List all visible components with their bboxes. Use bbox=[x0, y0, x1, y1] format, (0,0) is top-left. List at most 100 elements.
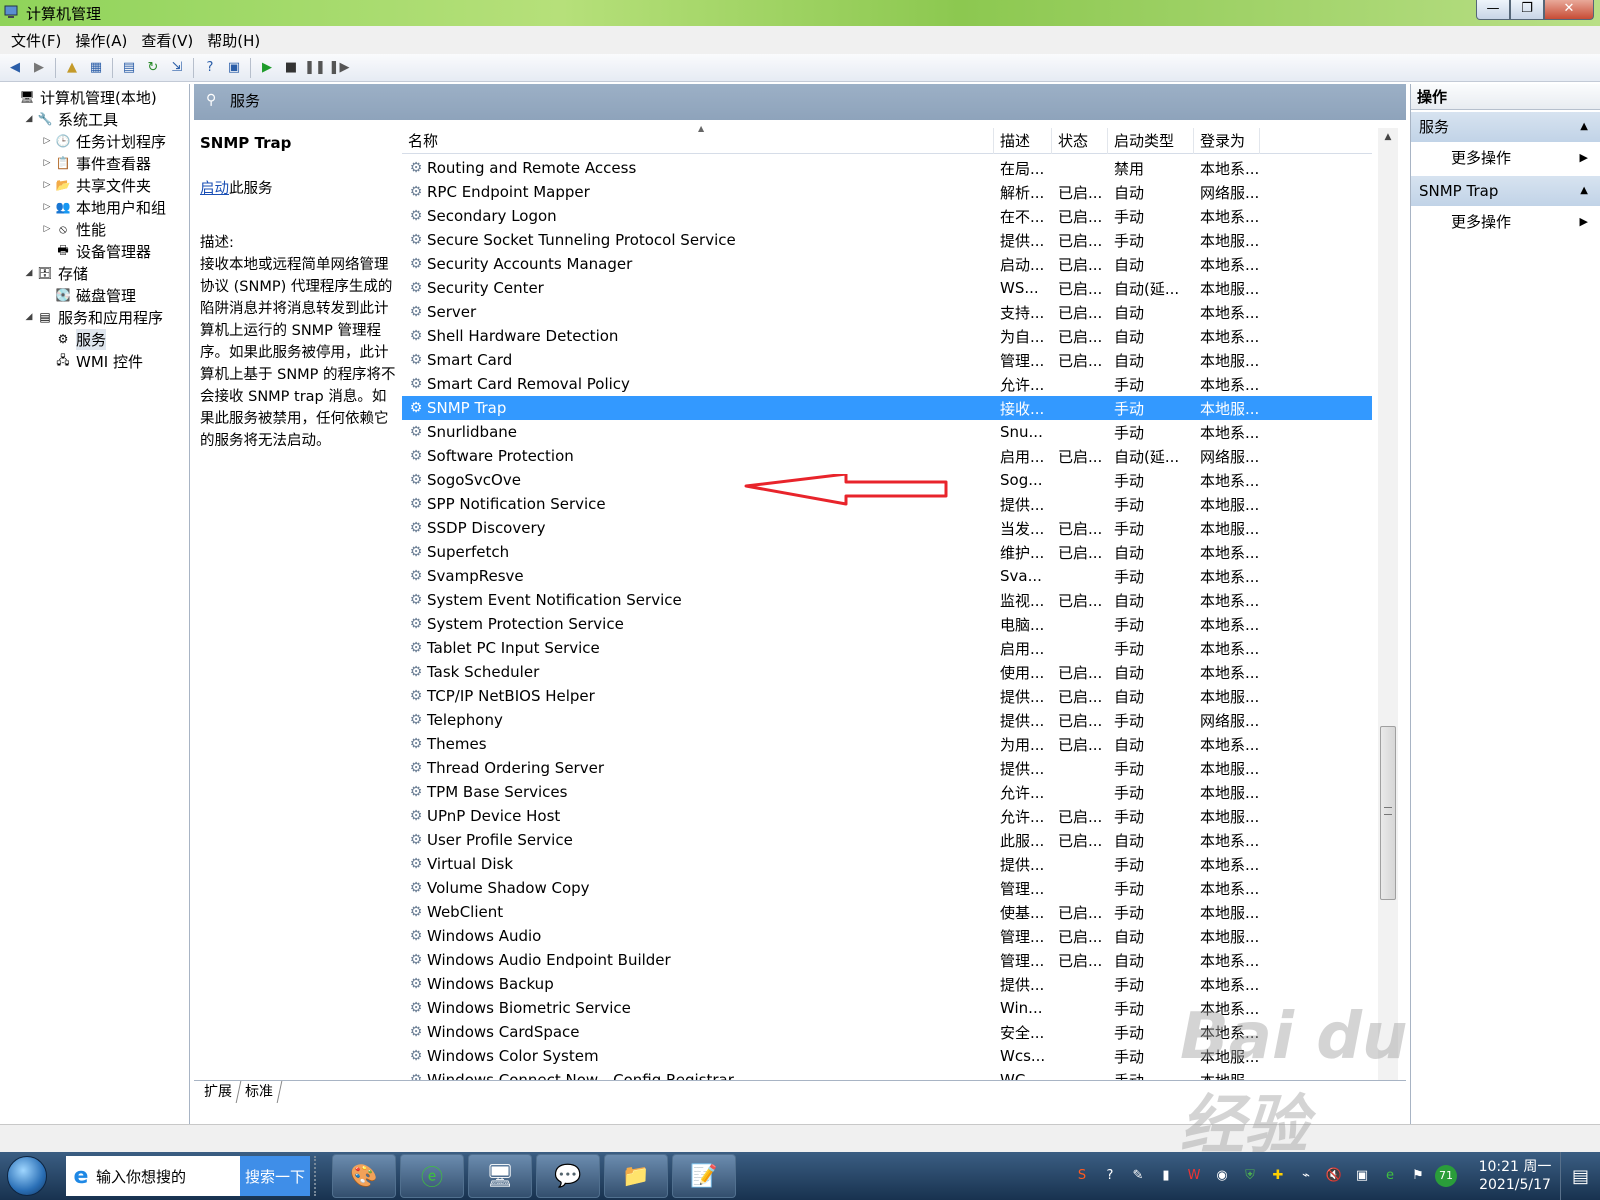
tree-item[interactable]: ◢ 🔧 系统工具 bbox=[0, 108, 189, 130]
refresh-icon[interactable]: ↻ bbox=[142, 57, 164, 79]
help-icon[interactable]: ? bbox=[199, 57, 221, 79]
more-actions-snmp-trap[interactable]: 更多操作 ▶ bbox=[1411, 206, 1600, 238]
table-row[interactable]: ⚙ Shell Hardware Detection 为自... 已启... 自动 本地系… bbox=[402, 324, 1372, 348]
network-status-icon[interactable]: ▣ bbox=[1351, 1165, 1373, 1187]
expander-icon[interactable]: ▷ bbox=[40, 158, 54, 168]
tree-item[interactable]: ▷ 📂 共享文件夹 bbox=[0, 174, 189, 196]
tree-item[interactable]: ▷ 🕒 任务计划程序 bbox=[0, 130, 189, 152]
taskbar-search-input[interactable]: e 输入你想搜的 bbox=[66, 1156, 240, 1196]
table-row[interactable]: ⚙ SNMP Trap 接收... 手动 本地服... bbox=[402, 396, 1372, 420]
table-row[interactable]: ⚙ Security Accounts Manager 启动... 已启... 自动 本地… bbox=[402, 252, 1372, 276]
table-row[interactable]: ⚙ System Event Notification Service 监视... 已… bbox=[402, 588, 1372, 612]
maximize-button[interactable]: ❐ bbox=[1510, 0, 1544, 20]
tree-item[interactable]: 🖧 WMI 控件 bbox=[0, 350, 189, 372]
menu-file[interactable]: 文件(F) bbox=[4, 30, 68, 51]
tree-item[interactable]: 💽 磁盘管理 bbox=[0, 284, 189, 306]
table-row[interactable]: ⚙ Telephony 提供... 已启... 手动 网络服... bbox=[402, 708, 1372, 732]
wps-icon[interactable]: W bbox=[1183, 1165, 1205, 1187]
clock[interactable]: 10:21 周一 2021/5/17 bbox=[1470, 1158, 1560, 1194]
volume-muted-icon[interactable]: 🔇 bbox=[1323, 1165, 1345, 1187]
notification-icon[interactable]: ▤ bbox=[1560, 1152, 1600, 1200]
table-row[interactable]: ⚙ Windows CardSpace 安全... 手动 本地系... bbox=[402, 1020, 1372, 1044]
browser-icon[interactable]: ⓔ bbox=[400, 1154, 464, 1198]
column-startup-type[interactable]: 启动类型 bbox=[1108, 128, 1194, 154]
table-row[interactable]: ⚙ Windows Color System Wcs... 手动 本地服... bbox=[402, 1044, 1372, 1068]
tree-item[interactable]: ▷ 📋 事件查看器 bbox=[0, 152, 189, 174]
tab-extended[interactable]: 扩展 bbox=[195, 1081, 242, 1103]
table-row[interactable]: ⚙ Themes 为用... 已启... 自动 本地系... bbox=[402, 732, 1372, 756]
table-row[interactable]: ⚙ Routing and Remote Access 在局... 禁用 本地系... bbox=[402, 156, 1372, 180]
expander-icon[interactable]: ▷ bbox=[40, 224, 54, 234]
tree-item[interactable]: 🖶 设备管理器 bbox=[0, 240, 189, 262]
start-service-link[interactable]: 启动 bbox=[200, 181, 229, 197]
table-row[interactable]: ⚙ Volume Shadow Copy 管理... 手动 本地系... bbox=[402, 876, 1372, 900]
expander-icon[interactable]: ▷ bbox=[40, 202, 54, 212]
back-icon[interactable]: ◀ bbox=[4, 57, 26, 79]
column-status[interactable]: 状态 bbox=[1052, 128, 1108, 154]
vertical-scrollbar[interactable]: ▲ bbox=[1378, 128, 1398, 1080]
menu-action[interactable]: 操作(A) bbox=[68, 30, 134, 51]
flag-icon[interactable]: ⚑ bbox=[1407, 1165, 1429, 1187]
add-icon[interactable]: ✚ bbox=[1267, 1165, 1289, 1187]
network-icon[interactable]: ⌁ bbox=[1295, 1165, 1317, 1187]
column-description[interactable]: 描述 bbox=[994, 128, 1052, 154]
start-service-icon[interactable]: ▶ bbox=[256, 57, 278, 79]
table-row[interactable]: ⚙ Snurlidbane Snu... 手动 本地系... bbox=[402, 420, 1372, 444]
battery-icon[interactable]: ▮ bbox=[1155, 1165, 1177, 1187]
cpu-badge[interactable]: 71 bbox=[1435, 1165, 1457, 1187]
table-row[interactable]: ⚙ Server 支持... 已启... 自动 本地系... bbox=[402, 300, 1372, 324]
close-button[interactable]: ✕ bbox=[1544, 0, 1594, 20]
table-row[interactable]: ⚙ Smart Card Removal Policy 允许... 手动 本地系... bbox=[402, 372, 1372, 396]
table-row[interactable]: ⚙ Secure Socket Tunneling Protocol Servic… bbox=[402, 228, 1372, 252]
expander-icon[interactable]: ◢ bbox=[22, 312, 36, 322]
menu-view[interactable]: 查看(V) bbox=[134, 30, 200, 51]
tree-item[interactable]: ▷ ⦸ 性能 bbox=[0, 218, 189, 240]
folder-icon[interactable]: 📁 bbox=[604, 1154, 668, 1198]
table-row[interactable]: ⚙ Windows Connect Now - Config Registrar W… bbox=[402, 1068, 1372, 1080]
export-list-icon[interactable]: ⇲ bbox=[166, 57, 188, 79]
table-row[interactable]: ⚙ User Profile Service 此服... 已启... 自动 本地系... bbox=[402, 828, 1372, 852]
wechat-icon[interactable]: 💬 bbox=[536, 1154, 600, 1198]
minimize-button[interactable]: — bbox=[1476, 0, 1510, 20]
collapse-icon[interactable]: ▲ bbox=[1580, 112, 1588, 142]
table-row[interactable]: ⚙ Smart Card 管理... 已启... 自动 本地服... bbox=[402, 348, 1372, 372]
shield-icon[interactable]: ⛨ bbox=[1239, 1165, 1261, 1187]
table-row[interactable]: ⚙ UPnP Device Host 允许... 已启... 手动 本地服... bbox=[402, 804, 1372, 828]
table-row[interactable]: ⚙ Superfetch 维护... 已启... 自动 本地系... bbox=[402, 540, 1372, 564]
tree-item[interactable]: ◢ ▤ 服务和应用程序 bbox=[0, 306, 189, 328]
up-folder-icon[interactable]: ▲ bbox=[61, 57, 83, 79]
table-row[interactable]: ⚙ Virtual Disk 提供... 手动 本地系... bbox=[402, 852, 1372, 876]
expander-icon[interactable]: ◢ bbox=[22, 268, 36, 278]
start-button[interactable] bbox=[0, 1152, 54, 1200]
expander-icon[interactable]: ▷ bbox=[40, 136, 54, 146]
taskbar-search-button[interactable]: 搜索一下 bbox=[240, 1156, 310, 1196]
table-row[interactable]: ⚙ SvampResve Sva... 手动 本地系... bbox=[402, 564, 1372, 588]
tree-item[interactable]: ◢ 🗄 存储 bbox=[0, 262, 189, 284]
computer-management-app-icon[interactable]: 🖥 bbox=[468, 1154, 532, 1198]
actions-group-snmp-trap[interactable]: SNMP Trap ▲ bbox=[1411, 176, 1600, 206]
table-row[interactable]: ⚙ SPP Notification Service 提供... 手动 本地服... bbox=[402, 492, 1372, 516]
table-row[interactable]: ⚙ SSDP Discovery 当发... 已启... 手动 本地服... bbox=[402, 516, 1372, 540]
notepad-icon[interactable]: 📝 bbox=[672, 1154, 736, 1198]
table-row[interactable]: ⚙ Security Center WS... 已启... 自动(延... 本地服... bbox=[402, 276, 1372, 300]
restart-service-icon[interactable]: ❚▶ bbox=[328, 57, 350, 79]
properties-icon[interactable]: ▤ bbox=[118, 57, 140, 79]
expander-icon[interactable]: ▷ bbox=[40, 180, 54, 190]
actions-group-services[interactable]: 服务 ▲ bbox=[1411, 112, 1600, 142]
pause-service-icon[interactable]: ❚❚ bbox=[304, 57, 326, 79]
table-row[interactable]: ⚙ RPC Endpoint Mapper 解析... 已启... 自动 网络服... bbox=[402, 180, 1372, 204]
help-tray-icon[interactable]: ? bbox=[1099, 1165, 1121, 1187]
record-icon[interactable]: ◉ bbox=[1211, 1165, 1233, 1187]
table-row[interactable]: ⚙ Task Scheduler 使用... 已启... 自动 本地系... bbox=[402, 660, 1372, 684]
scroll-thumb[interactable] bbox=[1380, 726, 1396, 900]
tree-item[interactable]: ⚙ 服务 bbox=[0, 328, 189, 350]
menu-help[interactable]: 帮助(H) bbox=[200, 30, 267, 51]
tab-standard[interactable]: 标准 bbox=[236, 1081, 283, 1103]
tree-item[interactable]: ▷ 👥 本地用户和组 bbox=[0, 196, 189, 218]
table-row[interactable]: ⚙ Tablet PC Input Service 启用... 手动 本地系... bbox=[402, 636, 1372, 660]
stop-service-icon[interactable]: ■ bbox=[280, 57, 302, 79]
pen-icon[interactable]: ✎ bbox=[1127, 1165, 1149, 1187]
table-row[interactable]: ⚙ TCP/IP NetBIOS Helper 提供... 已启... 自动 本地服... bbox=[402, 684, 1372, 708]
more-actions-services[interactable]: 更多操作 ▶ bbox=[1411, 142, 1600, 174]
table-row[interactable]: ⚙ WebClient 使基... 已启... 手动 本地服... bbox=[402, 900, 1372, 924]
